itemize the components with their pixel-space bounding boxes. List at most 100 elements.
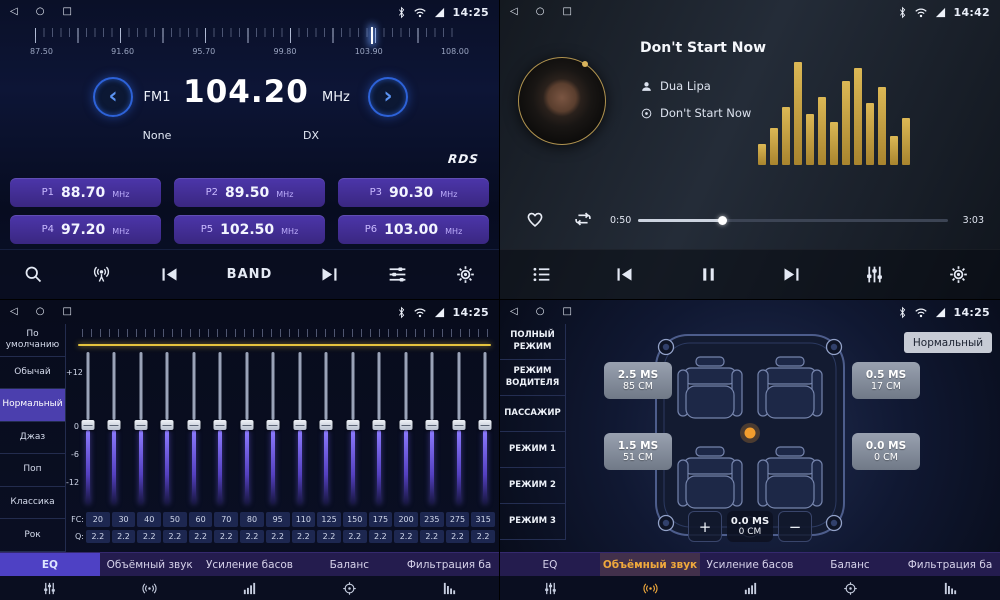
playlist-button[interactable] [531, 264, 552, 285]
eq-preset-default[interactable]: По умолчанию [0, 324, 65, 357]
filtering-tab-button[interactable] [399, 576, 499, 600]
back-icon[interactable]: ◁ [10, 7, 18, 17]
preset-button-p1[interactable]: P188.70MHz [10, 178, 161, 207]
eq-slider-thumb[interactable] [346, 420, 359, 430]
tune-up-button[interactable]: › [368, 77, 408, 117]
bass-boost-tab-button[interactable] [700, 576, 800, 600]
surround-tab-button[interactable] [100, 576, 200, 600]
audio-settings-button[interactable] [387, 264, 408, 285]
eq-band-slider[interactable] [398, 352, 413, 504]
eq-slider-thumb[interactable] [426, 420, 439, 430]
eq-band-slider[interactable] [160, 352, 175, 504]
eq-band-slider[interactable] [451, 352, 466, 504]
eq-slider-thumb[interactable] [240, 420, 253, 430]
next-track-button[interactable] [781, 264, 802, 285]
increase-delay-button[interactable]: + [688, 511, 722, 542]
eq-slider-thumb[interactable] [320, 420, 333, 430]
tab-filtering[interactable]: Фильтрация ба [399, 553, 499, 576]
equalizer-button[interactable] [864, 264, 885, 285]
eq-preset-pop[interactable]: Поп [0, 454, 65, 487]
filtering-tab-button[interactable] [900, 576, 1000, 600]
frequency-scale[interactable]: 87.50 91.60 95.70 99.80 103.90 108.00 [0, 27, 499, 63]
tab-balance[interactable]: Баланс [299, 553, 399, 576]
eq-preset-classic[interactable]: Классика [0, 487, 65, 520]
favorite-button[interactable] [524, 208, 546, 230]
progress-knob[interactable] [718, 216, 727, 225]
tab-bass-boost[interactable]: Усиление басов [200, 553, 300, 576]
eq-band-slider[interactable] [239, 352, 254, 504]
tab-eq[interactable]: EQ [0, 553, 100, 576]
balance-tab-button[interactable] [800, 576, 900, 600]
eq-slider-thumb[interactable] [452, 420, 465, 430]
eq-slider-thumb[interactable] [108, 420, 121, 430]
sound-profile-button[interactable]: Нормальный [904, 332, 992, 353]
eq-preset-jazz[interactable]: Джаз [0, 422, 65, 455]
eq-slider-thumb[interactable] [81, 420, 94, 430]
balance-tab-button[interactable] [299, 576, 399, 600]
eq-preset-normal[interactable]: Нормальный [0, 389, 65, 422]
mode-driver[interactable]: РЕЖИМ ВОДИТЕЛЯ [500, 360, 565, 396]
eq-slider-thumb[interactable] [187, 420, 200, 430]
decrease-delay-button[interactable]: − [778, 511, 812, 542]
mode-3[interactable]: РЕЖИМ 3 [500, 504, 565, 540]
delay-rear-left[interactable]: 1.5 MS51 CM [604, 433, 672, 470]
eq-slider-thumb[interactable] [134, 420, 147, 430]
eq-preset-rock[interactable]: Рок [0, 519, 65, 552]
eq-slider-thumb[interactable] [214, 420, 227, 430]
settings-button[interactable] [948, 264, 969, 285]
scan-button[interactable] [23, 264, 44, 285]
band-button[interactable]: BAND [227, 267, 273, 282]
preset-button-p3[interactable]: P390.30MHz [338, 178, 489, 207]
tab-eq[interactable]: EQ [500, 553, 600, 576]
pause-button[interactable] [698, 264, 719, 285]
preset-button-p6[interactable]: P6103.00MHz [338, 215, 489, 244]
eq-band-slider[interactable] [372, 352, 387, 504]
home-icon[interactable]: ○ [536, 7, 545, 17]
home-icon[interactable]: ○ [536, 307, 545, 317]
recents-icon[interactable]: □ [562, 307, 571, 317]
eq-slider-thumb[interactable] [373, 420, 386, 430]
eq-slider-thumb[interactable] [479, 420, 492, 430]
preset-button-p5[interactable]: P5102.50MHz [174, 215, 325, 244]
previous-station-button[interactable] [159, 264, 180, 285]
eq-slider-thumb[interactable] [293, 420, 306, 430]
home-icon[interactable]: ○ [36, 7, 45, 17]
eq-band-slider[interactable] [292, 352, 307, 504]
eq-band-slider[interactable] [319, 352, 334, 504]
surround-tab-button[interactable] [600, 576, 700, 600]
tab-surround-sound[interactable]: Объёмный звук [100, 553, 200, 576]
eq-band-slider[interactable] [345, 352, 360, 504]
progress-bar[interactable] [638, 219, 948, 222]
delay-rear-right[interactable]: 0.0 MS0 CM [852, 433, 920, 470]
tune-down-button[interactable]: ‹ [93, 77, 133, 117]
listening-position-dot[interactable] [745, 428, 756, 439]
bass-boost-tab-button[interactable] [200, 576, 300, 600]
eq-slider-thumb[interactable] [399, 420, 412, 430]
back-icon[interactable]: ◁ [10, 307, 18, 317]
mode-passenger[interactable]: ПАССАЖИР [500, 396, 565, 432]
settings-button[interactable] [455, 264, 476, 285]
mode-2[interactable]: РЕЖИМ 2 [500, 468, 565, 504]
recents-icon[interactable]: □ [562, 7, 571, 17]
preset-button-p4[interactable]: P497.20MHz [10, 215, 161, 244]
home-icon[interactable]: ○ [36, 307, 45, 317]
broadcast-button[interactable] [91, 264, 112, 285]
eq-band-slider[interactable] [186, 352, 201, 504]
eq-band-slider[interactable] [107, 352, 122, 504]
repeat-button[interactable] [572, 208, 594, 230]
eq-preset-custom[interactable]: Обычай [0, 357, 65, 390]
mode-1[interactable]: РЕЖИМ 1 [500, 432, 565, 468]
tab-filtering[interactable]: Фильтрация ба [900, 553, 1000, 576]
delay-front-right[interactable]: 0.5 MS17 CM [852, 362, 920, 399]
back-icon[interactable]: ◁ [510, 7, 518, 17]
back-icon[interactable]: ◁ [510, 307, 518, 317]
delay-front-left[interactable]: 2.5 MS85 CM [604, 362, 672, 399]
eq-band-slider[interactable] [213, 352, 228, 504]
eq-band-slider[interactable] [266, 352, 281, 504]
tab-bass-boost[interactable]: Усиление басов [700, 553, 800, 576]
previous-track-button[interactable] [614, 264, 635, 285]
recents-icon[interactable]: □ [62, 307, 71, 317]
next-station-button[interactable] [319, 264, 340, 285]
eq-tab-button[interactable] [500, 576, 600, 600]
tab-balance[interactable]: Баланс [800, 553, 900, 576]
